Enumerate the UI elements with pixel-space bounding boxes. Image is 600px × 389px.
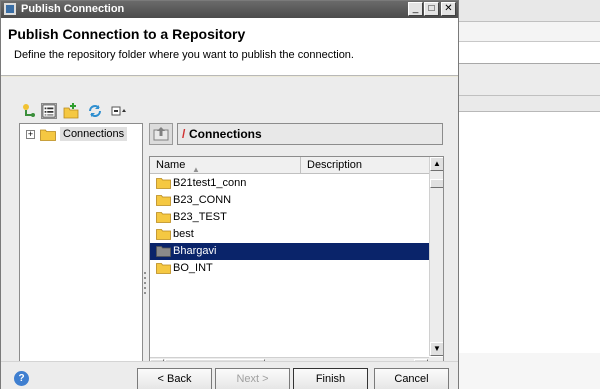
up-folder-icon [153,127,169,141]
current-path: Connections [189,127,262,141]
background-toolbar [459,0,600,22]
folder-icon [156,229,171,240]
finish-button[interactable]: Finish [293,368,368,389]
background-header [459,96,600,112]
collapse-all-icon[interactable] [111,103,127,119]
list-item[interactable]: best [150,226,429,243]
list-item[interactable]: B23_TEST [150,209,429,226]
dialog-header: Publish Connection to a Repository Defin… [1,18,458,76]
background-footer [459,353,600,389]
path-bar[interactable]: / Connections [177,123,443,145]
publish-connection-dialog: Publish Connection _ □ ✕ Publish Connect… [0,0,459,389]
refresh-icon[interactable] [87,103,103,119]
dialog-footer: ? < Back Next > Finish Cancel [1,361,458,389]
folder-list[interactable]: Name ▲ Description B21test1_conn B23_CON… [149,156,444,374]
folder-icon [40,129,56,141]
page-title: Publish Connection to a Repository [8,26,246,42]
page-description: Define the repository folder where you w… [14,49,354,61]
folder-icon [156,212,171,223]
folder-tree[interactable]: + Connections [19,123,143,371]
list-item-name: BO_INT [173,262,213,274]
column-header-name-label: Name [156,159,186,171]
close-button[interactable]: ✕ [441,2,456,16]
window-title: Publish Connection [21,3,125,15]
list-item[interactable]: BO_INT [150,260,429,277]
list-item[interactable]: B23_CONN [150,192,429,209]
minimize-button[interactable]: _ [408,2,423,16]
list-item-name: B23_TEST [173,211,227,223]
folder-icon [156,195,171,206]
background-field [459,42,600,64]
back-button[interactable]: < Back [137,368,212,389]
scroll-up-button[interactable]: ▲ [430,157,443,171]
vertical-scroll-thumb[interactable] [430,179,443,188]
title-bar[interactable]: Publish Connection _ □ ✕ [1,1,458,18]
background-strip [459,22,600,42]
splitter-handle[interactable] [144,272,147,302]
cancel-button[interactable]: Cancel [374,368,449,389]
scroll-down-button[interactable]: ▼ [430,342,443,356]
tree-expander[interactable]: + [26,130,35,139]
list-item-name: B23_CONN [173,194,232,206]
vertical-scrollbar[interactable]: ▲ ▼ [429,157,443,356]
hierarchy-icon[interactable] [21,103,37,119]
tree-item-connections[interactable]: Connections [60,127,128,141]
list-view-icon[interactable] [41,103,57,119]
path-separator: / [182,127,186,141]
dialog-content: + Connections / Connections Name ▲ Descr… [1,77,458,374]
list-item-name: Bhargavi [173,245,217,257]
list-header: Name ▲ Description [150,157,429,174]
app-icon [4,3,16,15]
column-header-name[interactable]: Name ▲ [150,157,301,174]
tree-toolbar [19,101,139,121]
help-icon[interactable]: ? [14,371,29,386]
folder-icon [156,178,171,189]
list-item[interactable]: B21test1_conn [150,175,429,192]
list-item-selected[interactable]: Bhargavi [150,243,429,260]
list-item-name: best [173,228,194,240]
new-folder-icon[interactable] [63,103,79,119]
background-application [458,0,600,389]
folder-icon [156,246,171,257]
next-button[interactable]: Next > [215,368,290,389]
column-header-description[interactable]: Description [301,157,429,174]
list-item-name: B21test1_conn [173,177,247,189]
background-panel [459,64,600,96]
folder-icon [156,263,171,274]
maximize-button[interactable]: □ [424,2,439,16]
up-folder-button[interactable] [149,123,173,145]
